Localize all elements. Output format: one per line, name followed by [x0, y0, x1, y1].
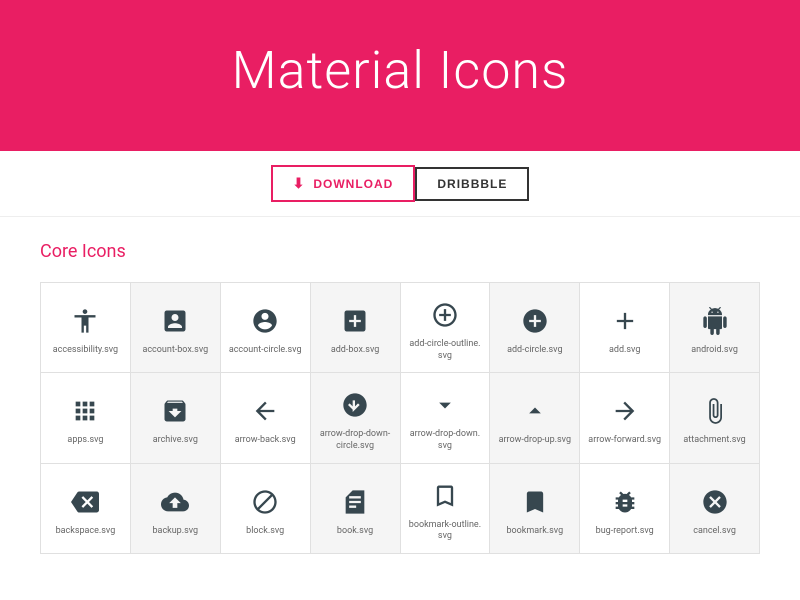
icon-cell[interactable]: arrow-forward.svg: [580, 373, 670, 463]
icon-cell[interactable]: apps.svg: [41, 373, 131, 463]
icon-label: arrow-drop-down.svg: [409, 429, 482, 452]
arrow-left-icon: [247, 393, 283, 429]
arrow-right-icon: [607, 393, 643, 429]
icon-label: add.svg: [609, 345, 640, 357]
icon-cell[interactable]: bookmark.svg: [490, 464, 580, 554]
icon-cell[interactable]: bookmark-outline.svg: [401, 464, 491, 554]
icon-label: bug-report.svg: [596, 526, 654, 538]
icon-label: arrow-forward.svg: [588, 435, 661, 447]
bug-icon: [607, 484, 643, 520]
download-icon: ⬇: [293, 175, 306, 192]
arrow-up-icon: [517, 393, 553, 429]
icon-cell[interactable]: add-circle.svg: [490, 283, 580, 373]
cancel-circle-icon: [697, 484, 733, 520]
icon-cell[interactable]: backup.svg: [131, 464, 221, 554]
icon-label: book.svg: [337, 526, 373, 538]
arrow-down-circle-icon: [337, 387, 373, 423]
icon-cell[interactable]: attachment.svg: [670, 373, 760, 463]
main-content: Core Icons accessibility.svg account-box.…: [0, 217, 800, 578]
download-button[interactable]: ⬇ DOWNLOAD: [271, 165, 416, 202]
person-box-icon: [157, 303, 193, 339]
bookmark-filled-icon: [517, 484, 553, 520]
block-icon: [247, 484, 283, 520]
icon-label: bookmark-outline.svg: [409, 520, 482, 543]
plus-icon: [607, 303, 643, 339]
icon-label: account-box.svg: [142, 345, 208, 357]
icon-cell[interactable]: arrow-back.svg: [221, 373, 311, 463]
paperclip-icon: [697, 393, 733, 429]
icon-grid: accessibility.svg account-box.svg account-…: [40, 282, 760, 554]
icon-cell[interactable]: bug-report.svg: [580, 464, 670, 554]
dribbble-button[interactable]: DRIBBBLE: [415, 167, 529, 201]
icon-cell[interactable]: add.svg: [580, 283, 670, 373]
icon-label: accessibility.svg: [53, 345, 118, 357]
icon-label: bookmark.svg: [506, 526, 563, 538]
page-title: Material Icons: [20, 40, 780, 101]
download-label: DOWNLOAD: [313, 177, 393, 191]
bookmark-outline-icon: [427, 478, 463, 514]
icon-cell[interactable]: add-box.svg: [311, 283, 401, 373]
icon-label: account-circle.svg: [229, 345, 302, 357]
icon-label: arrow-back.svg: [235, 435, 296, 447]
icon-cell[interactable]: android.svg: [670, 283, 760, 373]
icon-label: arrow-drop-down-circle.svg: [319, 429, 392, 452]
action-bar: ⬇ DOWNLOAD DRIBBBLE: [0, 151, 800, 217]
arrow-down-icon: [427, 387, 463, 423]
icon-cell[interactable]: account-circle.svg: [221, 283, 311, 373]
backspace-icon: [67, 484, 103, 520]
icon-cell[interactable]: add-circle-outline.svg: [401, 283, 491, 373]
icon-label: archive.svg: [153, 435, 198, 447]
plus-circle-filled-icon: [517, 303, 553, 339]
icon-label: add-box.svg: [331, 345, 379, 357]
plus-circle-outline-icon: [427, 297, 463, 333]
section-title: Core Icons: [40, 241, 760, 262]
backup-cloud-icon: [157, 484, 193, 520]
plus-box-icon: [337, 303, 373, 339]
icon-cell[interactable]: accessibility.svg: [41, 283, 131, 373]
icon-cell[interactable]: arrow-drop-up.svg: [490, 373, 580, 463]
icon-label: arrow-drop-up.svg: [499, 435, 571, 447]
person-arms-icon: [67, 303, 103, 339]
icon-cell[interactable]: account-box.svg: [131, 283, 221, 373]
icon-cell[interactable]: backspace.svg: [41, 464, 131, 554]
icon-cell[interactable]: block.svg: [221, 464, 311, 554]
icon-label: backspace.svg: [56, 526, 116, 538]
person-circle-icon: [247, 303, 283, 339]
icon-label: add-circle.svg: [507, 345, 562, 357]
android-icon: [697, 303, 733, 339]
page-header: Material Icons: [0, 0, 800, 151]
icon-label: add-circle-outline.svg: [409, 339, 482, 362]
icon-label: block.svg: [246, 526, 284, 538]
icon-label: android.svg: [691, 345, 738, 357]
icon-label: attachment.svg: [683, 435, 745, 447]
dribbble-label: DRIBBBLE: [437, 177, 507, 191]
grid-icon: [67, 393, 103, 429]
icon-cell[interactable]: archive.svg: [131, 373, 221, 463]
book-icon: [337, 484, 373, 520]
icon-label: cancel.svg: [693, 526, 736, 538]
icon-cell[interactable]: cancel.svg: [670, 464, 760, 554]
icon-cell[interactable]: arrow-drop-down.svg: [401, 373, 491, 463]
archive-icon: [157, 393, 193, 429]
icon-label: apps.svg: [67, 435, 103, 447]
icon-label: backup.svg: [153, 526, 199, 538]
icon-cell[interactable]: book.svg: [311, 464, 401, 554]
icon-cell[interactable]: arrow-drop-down-circle.svg: [311, 373, 401, 463]
